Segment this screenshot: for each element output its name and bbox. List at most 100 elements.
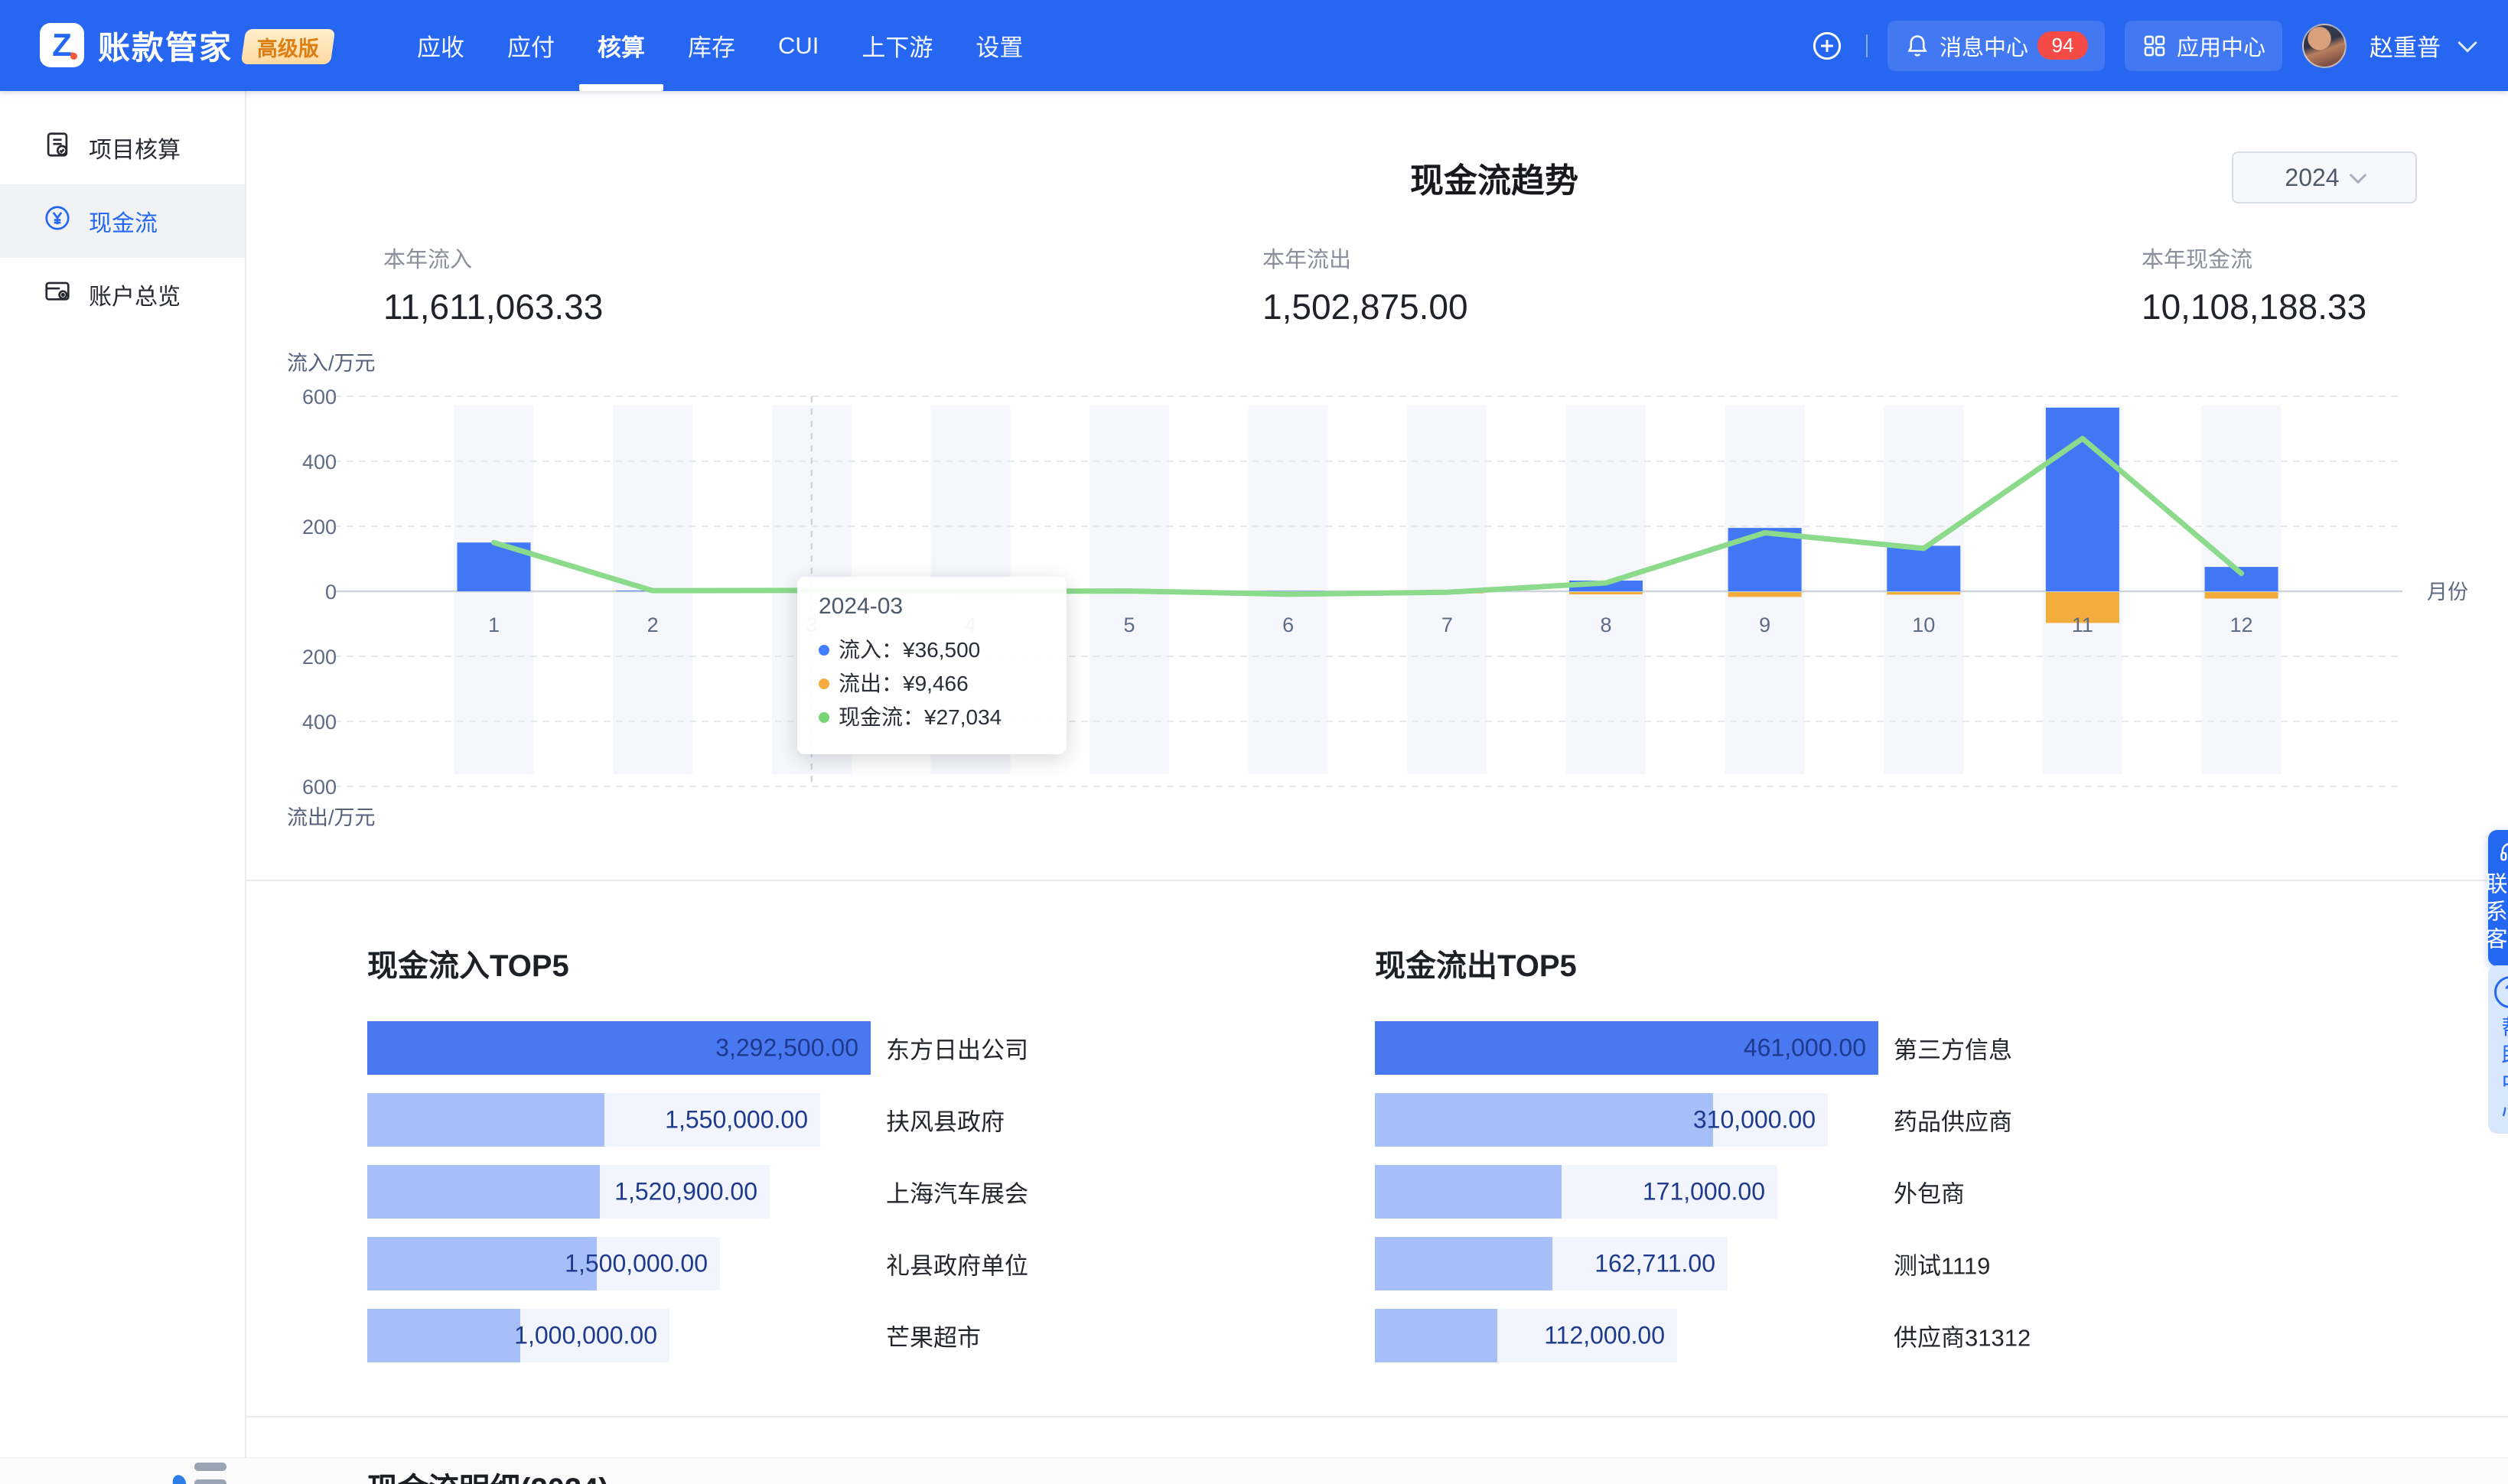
y-tick-label: 200: [302, 516, 337, 539]
plus-circle-icon: [1811, 30, 1843, 62]
top5-bar[interactable]: [1375, 1165, 1562, 1219]
app-logo-letter: Z: [52, 27, 72, 63]
sidebar-item-label: 账户总览: [89, 278, 181, 311]
cashflow-detail-heading: 现金流明细(2024): [367, 1464, 609, 1484]
app-logo[interactable]: Z: [40, 23, 84, 67]
top5-name: 外包商: [1894, 1175, 1965, 1209]
inflow-bar[interactable]: [2046, 408, 2119, 591]
inflow-bar[interactable]: [1887, 546, 1960, 592]
chart-tooltip: 2024-03 流入：¥36,500流出：¥9,466现金流：¥27,034: [797, 577, 1067, 754]
top5-bar[interactable]: [367, 1165, 600, 1219]
cash-inflow-top5-panel: 现金流入TOP5 3,292,500.00东方日出公司 1,550,000.00扶…: [367, 887, 1454, 1417]
y-tick-label: 200: [302, 646, 337, 669]
top5-value: 1,550,000.00: [665, 1106, 808, 1134]
top5-name: 测试1119: [1894, 1247, 1990, 1281]
nav-item[interactable]: CUI: [778, 0, 819, 91]
message-center-button[interactable]: 消息中心 94: [1888, 21, 2105, 71]
add-button[interactable]: [1808, 27, 1846, 65]
cash-outflow-top5-panel: 现金流出TOP5 461,000.00第三方信息310,000.00药品供应商1…: [1375, 887, 2461, 1417]
top5-track: 1,520,900.00: [367, 1165, 770, 1219]
year-select-value: 2024: [2285, 164, 2339, 192]
contact-support-tab[interactable]: 联系客服: [2488, 830, 2508, 966]
top5-row: 112,000.00供应商31312: [1375, 1309, 1677, 1362]
nav-item[interactable]: 设置: [976, 0, 1023, 91]
x-tick-label: 7: [1441, 613, 1453, 636]
outflow-bar[interactable]: [1728, 592, 1802, 597]
top5-bar[interactable]: [1375, 1237, 1552, 1290]
top5-name: 第三方信息: [1894, 1031, 2012, 1066]
top5-name: 供应商31312: [1894, 1319, 2031, 1353]
chevron-down-icon: [2349, 167, 2366, 184]
page-title: 现金流趋势: [1410, 153, 1578, 202]
top5-track: 112,000.00: [1375, 1309, 1677, 1362]
app-root: Z 账款管家 高级版 应收应付核算库存 CUI 上下游设置 消息中心 94: [0, 0, 2508, 1484]
x-tick-label: 10: [1912, 613, 1935, 636]
nav-item[interactable]: 应收: [417, 0, 464, 91]
outflow-top5-title: 现金流出TOP5: [1375, 941, 1577, 985]
app-title: 账款管家: [98, 0, 233, 91]
help-center-tab[interactable]: ? 帮助中心: [2488, 965, 2508, 1134]
top5-row: 1,550,000.00扶风县政府: [367, 1093, 820, 1147]
sidebar-item-label: 项目核算: [89, 131, 181, 164]
x-tick-label: 2: [647, 613, 659, 636]
nav-item[interactable]: 上下游: [862, 0, 933, 91]
user-name[interactable]: 赵重普: [2370, 28, 2441, 63]
top5-bar[interactable]: [1375, 1309, 1497, 1362]
stat-value: 1,502,875.00: [1262, 286, 1660, 327]
x-tick-label: 9: [1759, 613, 1770, 636]
sidebar-item-账户总览[interactable]: 账户总览: [0, 258, 245, 331]
app-center-button[interactable]: 应用中心: [2125, 21, 2282, 71]
x-tick-label: 8: [1600, 613, 1611, 636]
top5-name: 上海汽车展会: [886, 1175, 1028, 1209]
outflow-bar[interactable]: [2205, 592, 2278, 599]
top5-row: 3,292,500.00东方日出公司: [367, 1021, 871, 1075]
tooltip-row: 流入：¥36,500: [819, 633, 1045, 667]
contact-support-label: 联系客服: [2478, 872, 2508, 966]
top5-row: 162,711.00测试1119: [1375, 1237, 1728, 1290]
top5-bar[interactable]: [1375, 1093, 1713, 1147]
message-center-label: 消息中心: [1940, 30, 2028, 62]
next-section-header: 现金流明细(2024): [0, 1457, 2508, 1484]
x-tick-label: 1: [488, 613, 500, 636]
cashflow-trend-chart[interactable]: 6004002000200400600流入/万元流出/万元12345678910…: [245, 329, 2508, 864]
nav-item[interactable]: 应付: [507, 0, 555, 91]
user-menu-chevron-icon[interactable]: [2458, 33, 2477, 52]
x-tick-label: 6: [1282, 613, 1294, 636]
nav-item[interactable]: 核算: [598, 0, 645, 91]
inflow-top5-title: 现金流入TOP5: [367, 941, 569, 985]
year-select[interactable]: 2024: [2232, 151, 2417, 203]
top5-track: 171,000.00: [1375, 1165, 1777, 1219]
y-tick-label: 400: [302, 451, 337, 474]
top5-row: 1,000,000.00芒果超市: [367, 1309, 669, 1362]
top5-value: 162,711.00: [1594, 1250, 1715, 1278]
sidebar-item-项目核算[interactable]: 项目核算: [0, 111, 245, 184]
tooltip-title: 2024-03: [819, 594, 1045, 620]
floating-widget-icon[interactable]: [173, 1461, 231, 1484]
top5-value: 1,500,000.00: [565, 1250, 708, 1278]
project-doc-icon: [43, 130, 72, 165]
top5-track: 310,000.00: [1375, 1093, 1828, 1147]
stat-value: 10,108,188.33: [2142, 286, 2508, 327]
nav-item[interactable]: 库存: [688, 0, 735, 91]
outflow-bar[interactable]: [1569, 592, 1643, 594]
header-right: 消息中心 94 应用中心 赵重普: [1808, 0, 2474, 91]
y-tick-label: 600: [302, 386, 337, 408]
premium-badge: 高级版: [241, 29, 335, 64]
app-center-label: 应用中心: [2177, 30, 2265, 62]
top5-bar[interactable]: [367, 1309, 520, 1362]
top5-name: 礼县政府单位: [886, 1247, 1028, 1281]
outflow-bar[interactable]: [1887, 592, 1960, 594]
stat-value: 11,611,063.33: [383, 286, 781, 327]
top5-value: 461,000.00: [1744, 1034, 1866, 1063]
top5-bar[interactable]: [367, 1237, 597, 1290]
series-dot-icon: [819, 712, 829, 723]
y-axis-bottom-label: 流出/万元: [287, 806, 376, 829]
top5-bar[interactable]: [367, 1093, 604, 1147]
top5-value: 1,520,900.00: [614, 1178, 757, 1206]
top5-row: 171,000.00外包商: [1375, 1165, 1777, 1219]
user-avatar[interactable]: [2302, 24, 2347, 68]
x-axis-label: 月份: [2427, 581, 2468, 604]
tooltip-row-text: 流入：¥36,500: [839, 633, 980, 667]
sidebar-item-label: 现金流: [89, 204, 158, 238]
sidebar-item-现金流[interactable]: 现金流: [0, 184, 245, 258]
